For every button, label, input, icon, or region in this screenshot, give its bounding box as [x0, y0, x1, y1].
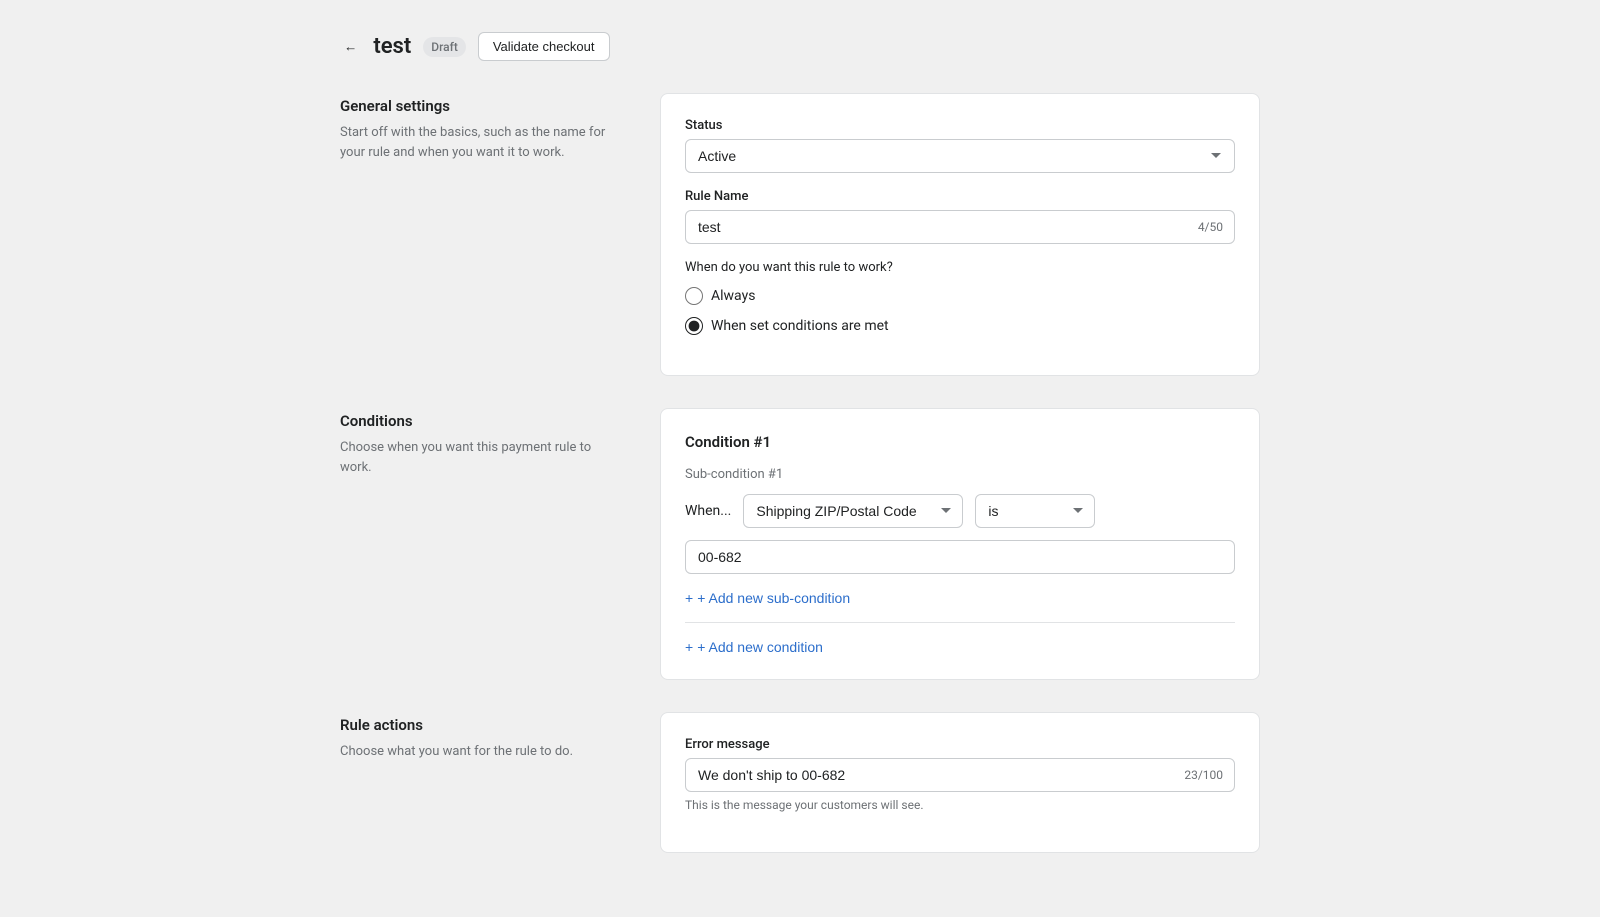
- add-sub-condition-label: + Add new sub-condition: [697, 590, 850, 606]
- general-settings-title: General settings: [340, 97, 620, 115]
- add-condition-button[interactable]: + + Add new condition: [685, 639, 823, 655]
- general-settings-desc: Start off with the basics, such as the n…: [340, 123, 620, 162]
- error-msg-input[interactable]: [685, 758, 1235, 792]
- condition-value-input[interactable]: [685, 540, 1235, 574]
- general-settings-meta: General settings Start off with the basi…: [340, 93, 620, 376]
- add-condition-label: + Add new condition: [697, 639, 823, 655]
- status-group: Status Active Inactive: [685, 118, 1235, 173]
- error-msg-counter: 23/100: [1184, 768, 1223, 782]
- rule-actions-section: Rule actions Choose what you want for th…: [340, 712, 1260, 853]
- condition-type-select[interactable]: Shipping ZIP/Postal Code Billing ZIP/Pos…: [743, 494, 963, 528]
- rule-name-label: Rule Name: [685, 189, 1235, 204]
- condition-value-group: [685, 540, 1235, 574]
- status-label: Status: [685, 118, 1235, 133]
- error-msg-group: Error message 23/100 This is the message…: [685, 737, 1235, 812]
- radio-always-option[interactable]: Always: [685, 287, 1235, 305]
- conditions-meta: Conditions Choose when you want this pay…: [340, 408, 620, 680]
- validate-checkout-button[interactable]: Validate checkout: [478, 32, 610, 61]
- sub-condition-label: Sub-condition #1: [685, 467, 1235, 482]
- general-settings-section: General settings Start off with the basi…: [340, 93, 1260, 376]
- rule-actions-desc: Choose what you want for the rule to do.: [340, 742, 620, 762]
- rule-name-input-wrapper: 4/50: [685, 210, 1235, 244]
- when-question-group: When do you want this rule to work? Alwa…: [685, 260, 1235, 335]
- when-label: When...: [685, 503, 731, 519]
- when-question: When do you want this rule to work?: [685, 260, 1235, 275]
- condition-1-title: Condition #1: [685, 433, 1235, 451]
- page-title: test: [373, 34, 411, 59]
- general-settings-card: Status Active Inactive Rule Name 4/50 Wh…: [660, 93, 1260, 376]
- plus-icon: +: [685, 590, 693, 606]
- draft-badge: Draft: [423, 37, 466, 57]
- back-button[interactable]: ←: [340, 35, 361, 58]
- rule-name-counter: 4/50: [1198, 220, 1223, 234]
- add-sub-condition-button[interactable]: + + Add new sub-condition: [685, 590, 850, 606]
- radio-conditions-option[interactable]: When set conditions are met: [685, 317, 1235, 335]
- rule-actions-meta: Rule actions Choose what you want for th…: [340, 712, 620, 853]
- radio-conditions-input[interactable]: [685, 317, 703, 335]
- rule-actions-card: Error message 23/100 This is the message…: [660, 712, 1260, 853]
- condition-operator-select[interactable]: is is not contains starts with: [975, 494, 1095, 528]
- conditions-section: Conditions Choose when you want this pay…: [340, 408, 1260, 680]
- radio-group: Always When set conditions are met: [685, 287, 1235, 335]
- rule-name-input[interactable]: [685, 210, 1235, 244]
- condition-row: When... Shipping ZIP/Postal Code Billing…: [685, 494, 1235, 528]
- radio-always-label: Always: [711, 288, 755, 304]
- conditions-title: Conditions: [340, 412, 620, 430]
- conditions-card: Condition #1 Sub-condition #1 When... Sh…: [660, 408, 1260, 680]
- radio-always-input[interactable]: [685, 287, 703, 305]
- error-msg-label: Error message: [685, 737, 1235, 752]
- status-select[interactable]: Active Inactive: [685, 139, 1235, 173]
- back-icon: ←: [344, 39, 357, 54]
- error-msg-input-wrapper: 23/100: [685, 758, 1235, 792]
- plus-icon-2: +: [685, 639, 693, 655]
- rule-actions-title: Rule actions: [340, 716, 620, 734]
- page-header: ← test Draft Validate checkout: [340, 32, 1260, 61]
- rule-name-group: Rule Name 4/50: [685, 189, 1235, 244]
- radio-conditions-label: When set conditions are met: [711, 318, 889, 334]
- error-msg-help: This is the message your customers will …: [685, 798, 1235, 812]
- divider: [685, 622, 1235, 623]
- conditions-desc: Choose when you want this payment rule t…: [340, 438, 620, 477]
